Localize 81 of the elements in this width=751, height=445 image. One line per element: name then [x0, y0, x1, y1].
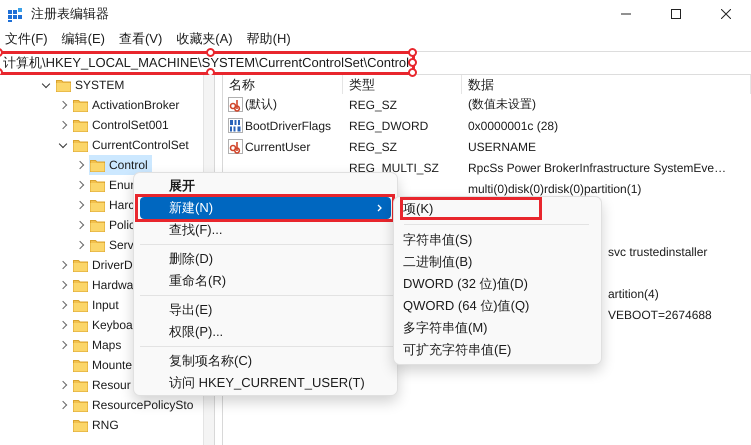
- tree-item[interactable]: Input: [72, 295, 123, 315]
- folder-icon: [73, 418, 88, 432]
- close-icon: [721, 9, 731, 19]
- menu-item[interactable]: 文件(F): [0, 30, 54, 48]
- column-header[interactable]: 类型: [343, 75, 462, 94]
- tree-item[interactable]: Hardwa: [72, 275, 138, 295]
- menu-item[interactable]: DWORD (32 位)值(D): [403, 273, 593, 295]
- chevron-right-icon: [377, 204, 383, 212]
- menu-item[interactable]: 帮助(H): [242, 30, 297, 48]
- string-value-icon: [228, 139, 243, 154]
- app-icon: [8, 6, 23, 22]
- value-data: USERNAME: [467, 140, 538, 154]
- menu-item[interactable]: 编辑(E): [56, 30, 111, 48]
- folder-icon: [73, 398, 88, 412]
- tree-item[interactable]: ControlSet001: [72, 115, 173, 135]
- window-title: 注册表编辑器: [31, 5, 109, 23]
- menu-item[interactable]: 权限(P)...: [140, 321, 391, 343]
- tree-item[interactable]: CurrentControlSet: [72, 135, 193, 155]
- folder-icon: [90, 238, 105, 252]
- value-name[interactable]: CurrentUser: [223, 139, 343, 154]
- value-data: 0x0000001c (28): [467, 118, 560, 132]
- value-type: REG_SZ: [348, 140, 398, 154]
- string-value-icon: [228, 97, 243, 112]
- menu-item[interactable]: 项(K): [403, 198, 593, 220]
- menu-item[interactable]: 收藏夹(A): [171, 30, 239, 48]
- menu-item[interactable]: 查找(F)...: [140, 219, 391, 241]
- menu-item[interactable]: 导出(E): [140, 299, 391, 321]
- folder-icon: [90, 218, 105, 232]
- folder-icon: [73, 138, 88, 152]
- folder-icon: [73, 318, 88, 332]
- column-header[interactable]: 数据: [462, 75, 751, 94]
- tree-item[interactable]: Control: [89, 155, 152, 175]
- menu-item[interactable]: 字符串值(S): [403, 229, 593, 251]
- value-data: (数值未设置): [467, 96, 537, 113]
- column-header[interactable]: 名称: [223, 75, 343, 94]
- tree-item[interactable]: RNG: [72, 415, 123, 435]
- menu-item[interactable]: 删除(D): [140, 248, 391, 270]
- menu-item[interactable]: 重命名(R): [140, 270, 391, 292]
- tree-item[interactable]: Serv: [89, 235, 138, 255]
- menu-item[interactable]: 二进制值(B): [403, 251, 593, 273]
- folder-icon: [73, 258, 88, 272]
- tree-item[interactable]: SYSTEM: [55, 75, 128, 95]
- value-name[interactable]: (默认): [223, 96, 343, 113]
- tree-item[interactable]: Resour: [72, 375, 135, 395]
- folder-icon: [56, 78, 71, 92]
- value-data: svc trustedinstaller: [607, 244, 708, 258]
- tree-item[interactable]: Mounte: [72, 355, 136, 375]
- tree-item[interactable]: ActivationBroker: [72, 95, 184, 115]
- tree-item[interactable]: DriverD: [72, 255, 137, 275]
- menu-item[interactable]: 访问 HKEY_CURRENT_USER(T): [140, 372, 391, 394]
- folder-icon: [73, 378, 88, 392]
- value-data: artition(4): [607, 286, 660, 300]
- tree-item[interactable]: Keyboa: [72, 315, 137, 335]
- value-data: multi(0)disk(0)rdisk(0)partition(1): [467, 182, 642, 196]
- menu-item[interactable]: 可扩充字符串值(E): [403, 339, 593, 361]
- tree-item[interactable]: Maps: [72, 335, 126, 355]
- value-type: REG_MULTI_SZ: [348, 160, 440, 174]
- tree-item[interactable]: Harc: [89, 195, 138, 215]
- folder-icon: [73, 298, 88, 312]
- binary-value-icon: [228, 118, 243, 133]
- menu-item[interactable]: QWORD (64 位)值(Q): [403, 295, 593, 317]
- menu-item[interactable]: 展开: [140, 175, 391, 197]
- folder-icon: [73, 118, 88, 132]
- tree-item[interactable]: Enur: [89, 175, 138, 195]
- folder-icon: [73, 278, 88, 292]
- tree-item[interactable]: ResourcePolicySto: [72, 395, 198, 415]
- folder-icon: [73, 358, 88, 372]
- menu-item[interactable]: 查看(V): [114, 30, 168, 48]
- folder-icon: [90, 198, 105, 212]
- folder-icon: [90, 158, 105, 172]
- value-data: VEBOOT=2674688: [607, 308, 713, 322]
- value-type: REG_SZ: [348, 98, 398, 112]
- value-data: RpcSs Power BrokerInfrastructure SystemEve…: [467, 160, 728, 174]
- menu-item[interactable]: 复制项名称(C): [140, 350, 391, 372]
- folder-icon: [73, 338, 88, 352]
- maximize-icon: [671, 9, 681, 19]
- folder-icon: [73, 98, 88, 112]
- folder-icon: [90, 178, 105, 192]
- value-name[interactable]: BootDriverFlags: [223, 118, 343, 133]
- value-type: REG_DWORD: [348, 118, 430, 132]
- menu-item[interactable]: 多字符串值(M): [403, 317, 593, 339]
